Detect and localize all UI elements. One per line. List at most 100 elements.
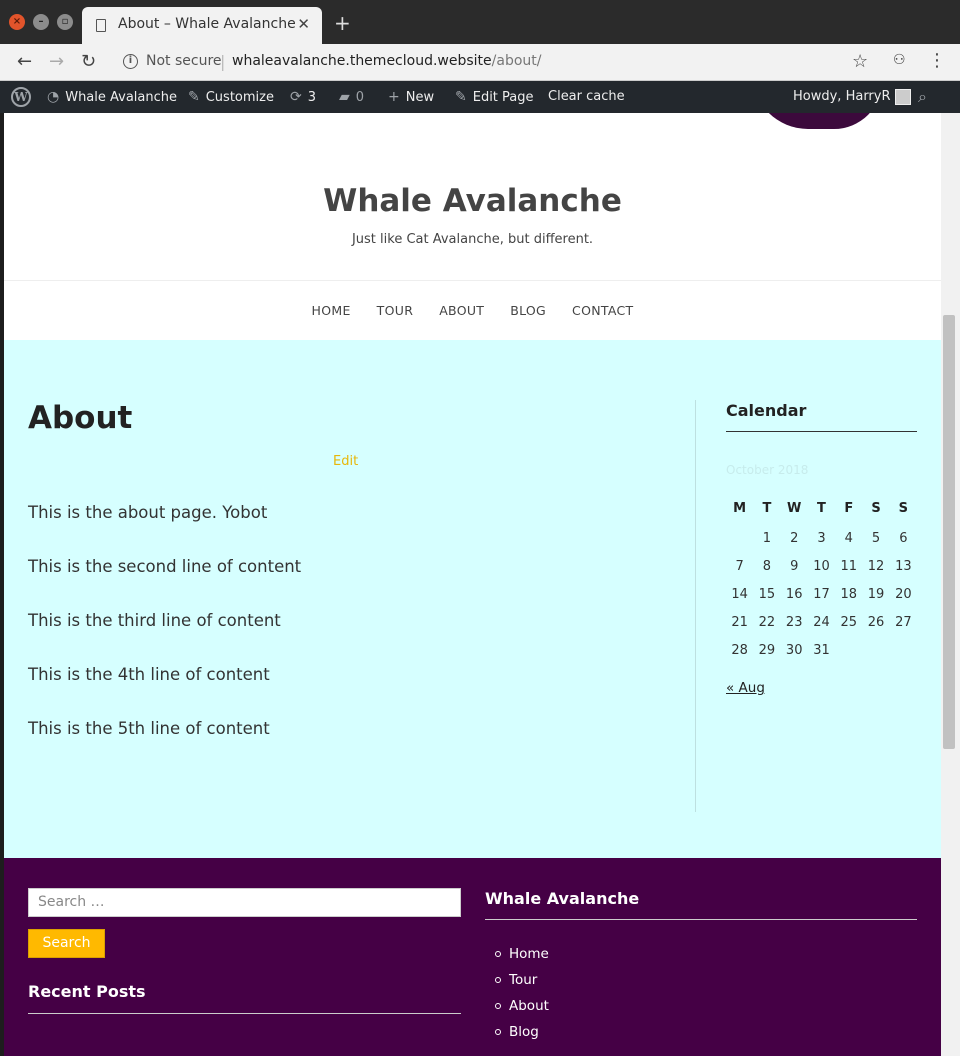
header-decoration xyxy=(752,113,882,129)
calendar-week: 21 22 23 24 25 26 27 xyxy=(726,608,917,636)
calendar-day xyxy=(835,636,862,664)
calendar-table: M T W T F S S 123456 7 8 9 10 11 12 13 14 15 16 1… xyxy=(726,492,917,664)
admin-account[interactable]: Howdy, HarryR xyxy=(793,81,911,113)
window-maximize-icon[interactable]: ▫ xyxy=(57,14,73,30)
calendar-day: 13 xyxy=(895,558,912,574)
menu-kebab-icon[interactable]: ⋮ xyxy=(928,50,946,71)
calendar-day: 25 xyxy=(840,614,858,630)
weekday-header: W xyxy=(787,500,802,516)
page-title: About xyxy=(28,400,133,436)
calendar-week: 7 8 9 10 11 12 13 xyxy=(726,552,917,580)
calendar-day: 24 xyxy=(813,614,830,630)
calendar-day: 1 xyxy=(762,530,772,546)
site-title[interactable]: Whale Avalanche xyxy=(4,183,941,219)
site-tagline: Just like Cat Avalanche, but different. xyxy=(351,232,594,247)
recent-posts-title: Recent Posts xyxy=(28,982,146,1001)
calendar-week: 28 29 30 31 xyxy=(726,636,917,664)
weekday-header: S xyxy=(898,500,909,516)
search-input[interactable]: Search … xyxy=(28,888,461,917)
tab-close-icon[interactable]: ✕ xyxy=(297,15,310,33)
browser-tab[interactable]: About – Whale Avalanche ✕ xyxy=(82,7,322,44)
plus-icon: + xyxy=(388,89,400,105)
calendar-day: 18 xyxy=(840,586,858,602)
nav-item-about[interactable]: ABOUT xyxy=(439,303,484,318)
calendar-day xyxy=(862,636,889,664)
admin-howdy: Howdy, HarryR xyxy=(793,89,891,104)
calendar-day: 26 xyxy=(867,614,885,630)
forward-icon[interactable]: → xyxy=(49,51,64,72)
nav-item-contact[interactable]: CONTACT xyxy=(572,303,633,318)
info-icon[interactable]: i xyxy=(123,54,138,69)
weekday-header: F xyxy=(844,500,854,516)
tab-title: About – Whale Avalanche xyxy=(118,16,296,32)
calendar-day: 29 xyxy=(758,642,776,658)
security-label[interactable]: Not secure xyxy=(146,53,222,69)
admin-new[interactable]: + New xyxy=(388,81,434,113)
wordpress-logo-icon[interactable]: W xyxy=(11,87,31,107)
admin-comments[interactable]: ▰ 0 xyxy=(339,81,364,113)
dashboard-icon: ◔ xyxy=(47,89,60,105)
admin-updates[interactable]: ⟳ 3 xyxy=(290,81,316,113)
content-area: About Edit This is the about page. Yobot… xyxy=(4,340,941,858)
content-paragraph: This is the third line of content xyxy=(28,611,281,630)
admin-site-name[interactable]: ◔ Whale Avalanche xyxy=(47,81,177,113)
admin-comments-count: 0 xyxy=(355,90,365,105)
calendar-day: 19 xyxy=(867,586,885,602)
admin-edit-page-label: Edit Page xyxy=(472,90,534,105)
calendar-week: 1 2 3 4 5 6 xyxy=(726,524,917,552)
admin-site-name-label: Whale Avalanche xyxy=(65,90,178,105)
footer-menu-item[interactable]: Tour xyxy=(492,970,549,996)
window-close-icon[interactable]: × xyxy=(9,14,25,30)
admin-clear-cache[interactable]: Clear cache xyxy=(548,81,625,113)
nav-item-home[interactable]: HOME xyxy=(312,303,351,318)
calendar-day: 14 xyxy=(731,586,748,602)
search-button[interactable]: Search xyxy=(28,929,105,958)
url-host: whaleavalanche.themecloud.website xyxy=(232,53,492,69)
nav-item-blog[interactable]: BLOG xyxy=(510,303,546,318)
footer-menu-item[interactable]: About xyxy=(492,996,549,1022)
calendar-day: 3 xyxy=(817,530,826,546)
browser-titlebar: × – ▫ About – Whale Avalanche ✕ + xyxy=(0,0,960,44)
footer-menu-title: Whale Avalanche xyxy=(485,889,640,908)
main-navigation: HOME TOUR ABOUT BLOG CONTACT xyxy=(4,303,941,318)
edit-link[interactable]: Edit xyxy=(333,454,358,469)
pencil-icon: ✎ xyxy=(455,89,467,105)
scrollbar-thumb[interactable] xyxy=(943,315,955,749)
wp-admin-bar: W ◔ Whale Avalanche ✎ Customize ⟳ 3 ▰ 0 + New… xyxy=(0,81,960,113)
url-field[interactable]: whaleavalanche.themecloud.website/about/ xyxy=(232,53,541,69)
admin-edit-page[interactable]: ✎ Edit Page xyxy=(455,81,534,113)
calendar-day: 5 xyxy=(871,530,881,546)
calendar-title: Calendar xyxy=(726,401,807,420)
header-divider xyxy=(4,280,941,281)
avatar xyxy=(894,88,911,105)
footer-menu-item[interactable]: Home xyxy=(492,944,549,970)
calendar-day: 9 xyxy=(790,558,799,574)
calendar-prev-month-link[interactable]: « Aug xyxy=(726,680,765,696)
bookmark-star-icon[interactable]: ☆ xyxy=(852,51,868,72)
calendar-day: 8 xyxy=(762,558,772,574)
url-separator: | xyxy=(220,52,226,71)
brush-icon: ✎ xyxy=(188,89,200,105)
calendar-day: 23 xyxy=(785,614,803,630)
content-paragraph: This is the 5th line of content xyxy=(28,719,270,738)
calendar-day: 31 xyxy=(813,642,830,658)
calendar-day: 17 xyxy=(813,586,830,602)
new-tab-button[interactable]: + xyxy=(334,11,351,35)
admin-updates-count: 3 xyxy=(307,90,317,105)
footer-menu-rule xyxy=(485,919,917,920)
calendar-day: 11 xyxy=(840,558,858,574)
search-icon[interactable]: ⌕ xyxy=(918,81,927,113)
calendar-week: 14 15 16 17 18 19 20 xyxy=(726,580,917,608)
footer-menu-item[interactable]: Blog xyxy=(492,1022,549,1048)
reload-icon[interactable]: ↻ xyxy=(81,51,96,72)
window-minimize-icon[interactable]: – xyxy=(33,14,49,30)
footer-menu: Home Tour About Blog xyxy=(492,944,549,1048)
admin-new-label: New xyxy=(405,90,435,105)
calendar-day: 28 xyxy=(731,642,748,658)
calendar-day: 2 xyxy=(790,530,799,546)
back-icon[interactable]: ← xyxy=(17,51,32,72)
nav-item-tour[interactable]: TOUR xyxy=(377,303,414,318)
admin-customize[interactable]: ✎ Customize xyxy=(188,81,274,113)
address-bar: ← → ↻ i Not secure | whaleavalanche.them… xyxy=(0,44,960,81)
incognito-icon[interactable]: ⚇ xyxy=(893,52,906,68)
